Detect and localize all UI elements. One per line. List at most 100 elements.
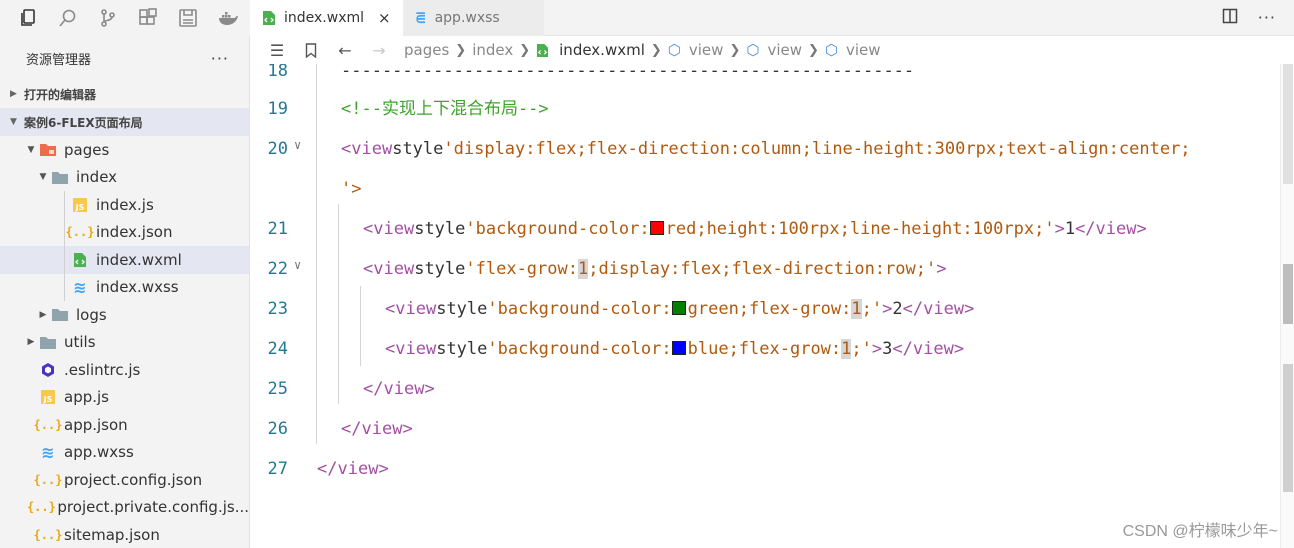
bookmark-icon[interactable] <box>294 42 328 58</box>
fold-chevron-icon[interactable]: ∨ <box>294 258 301 272</box>
tree-item[interactable]: index.wxml <box>0 246 249 274</box>
json-file-icon: {..} <box>26 500 56 515</box>
tree-item[interactable]: ▼ pages <box>0 136 249 164</box>
tab-index-wxml[interactable]: index.wxml × <box>250 0 403 36</box>
tree-item[interactable]: JS app.js <box>0 384 249 412</box>
tree-item[interactable]: .eslintrc.js <box>0 356 249 384</box>
line-number: 19 <box>267 99 288 119</box>
docker-icon[interactable] <box>208 0 248 36</box>
tree-item-label: sitemap.json <box>64 525 160 544</box>
tree-item[interactable]: ≋ app.wxss <box>0 439 249 467</box>
breadcrumb-pages[interactable]: pages <box>404 41 449 59</box>
list-icon[interactable]: ☰ <box>260 41 294 60</box>
back-arrow-icon[interactable]: ← <box>328 41 362 60</box>
project-label: 案例6-FLEX页面布局 <box>24 115 143 130</box>
code-line[interactable]: <viewstyle'flex-grow:1;display:flex;flex… <box>363 256 946 282</box>
fold-chevron-icon[interactable]: ∨ <box>294 138 301 152</box>
more-actions-button[interactable]: ··· <box>211 49 229 68</box>
forward-arrow-icon[interactable]: → <box>362 41 396 60</box>
cube-icon: ⬡ <box>824 41 839 59</box>
code-line[interactable]: <viewstyle'background-color: green;flex-g… <box>385 296 974 322</box>
tree-item[interactable]: JS index.js <box>0 191 249 219</box>
tree-item[interactable]: {..} sitemap.json <box>0 521 249 548</box>
tree-item[interactable]: {..} project.config.json <box>0 466 249 494</box>
code-line[interactable]: <viewstyle'background-color: red;height:1… <box>363 216 1147 242</box>
tree-item[interactable]: {..} index.json <box>0 219 249 247</box>
open-editors-label: 打开的编辑器 <box>24 87 97 102</box>
wxss-file-icon: ≋ <box>41 442 55 462</box>
eslint-file-icon <box>38 361 58 379</box>
cube-icon: ⬡ <box>746 41 760 59</box>
json-file-icon: {..} <box>33 417 63 432</box>
indent-guide <box>316 64 317 444</box>
tree-item-label: index <box>76 168 118 187</box>
tree-item[interactable]: {..} app.json <box>0 411 249 439</box>
source-control-icon[interactable] <box>88 0 128 36</box>
extensions-icon[interactable] <box>128 0 168 36</box>
code-line[interactable]: </view> <box>363 376 435 402</box>
chevron-down-icon: ▼ <box>10 117 17 127</box>
files-icon[interactable] <box>8 0 48 36</box>
tree-item-label: app.json <box>64 415 128 434</box>
breadcrumb-index[interactable]: index <box>472 41 513 59</box>
chevron-down-icon: ▼ <box>27 144 35 155</box>
cube-icon: ⬡ <box>667 41 681 59</box>
code-line[interactable]: ----------------------------------------… <box>341 64 914 84</box>
line-number: 18 <box>267 64 288 81</box>
tree-item-label: .eslintrc.js <box>64 360 141 379</box>
color-swatch <box>671 341 686 355</box>
code-line[interactable]: </view> <box>341 416 413 442</box>
code-line[interactable]: <viewstyle'display:flex;flex-direction:c… <box>341 136 1191 162</box>
tab-label: app.wxss <box>434 10 500 26</box>
folder-icon <box>50 306 70 324</box>
wxml-file-icon <box>537 43 549 57</box>
js-file-icon: JS <box>38 388 58 406</box>
tree-item[interactable]: ▼ index <box>0 164 249 192</box>
line-number: 25 <box>267 379 288 399</box>
breadcrumb-file[interactable]: index.wxml <box>536 41 645 59</box>
explorer-sidebar: 资源管理器 ··· ▶ 打开的编辑器 ▼ 案例6-FLEX页面布局 ▼ pages… <box>0 36 250 548</box>
project-section[interactable]: ▼ 案例6-FLEX页面布局 <box>0 108 249 136</box>
tree-item-label: index.wxss <box>96 278 179 297</box>
open-editors-section[interactable]: ▶ 打开的编辑器 <box>0 80 249 108</box>
file-tree: ▼ pages ▼ index JS index.js {..} index.json inde… <box>0 136 249 548</box>
tab-app-wxss[interactable]: ⋷ app.wxss <box>402 0 544 36</box>
line-number: 24 <box>267 339 288 359</box>
code-line[interactable]: </view> <box>317 456 389 482</box>
code-line[interactable]: <viewstyle'background-color: blue;flex-gr… <box>385 336 964 362</box>
breadcrumb-view-2[interactable]: ⬡ view <box>746 41 802 59</box>
tab-label: index.wxml <box>284 10 365 26</box>
save-icon[interactable] <box>168 0 208 36</box>
breadcrumb: ☰ ← → pages ❯ index ❯ index.wxml ❯ ⬡ vie… <box>250 36 1294 64</box>
folder-icon <box>50 168 70 186</box>
tree-item[interactable]: ▶ utils <box>0 329 249 357</box>
tree-item-label: utils <box>64 333 96 352</box>
chevron-right-icon: ❯ <box>519 42 531 58</box>
json-file-icon: {..} <box>33 472 63 487</box>
code-line[interactable]: '> <box>341 176 361 202</box>
line-number: 26 <box>267 419 288 439</box>
color-swatch <box>649 221 664 235</box>
tree-item[interactable]: ▶ logs <box>0 301 249 329</box>
breadcrumb-view-1[interactable]: ⬡ view <box>668 41 724 59</box>
tree-item[interactable]: ≋ index.wxss <box>0 274 249 302</box>
folder-icon <box>38 333 58 351</box>
more-icon[interactable]: ··· <box>1258 8 1276 27</box>
breadcrumb-view-3[interactable]: ⬡ view <box>825 41 881 59</box>
wxss-file-icon: ⋷ <box>414 8 427 28</box>
folder-icon <box>38 141 58 159</box>
code-editor[interactable]: 18 --------------------------------------… <box>250 64 1280 548</box>
tree-item-label: logs <box>76 305 107 324</box>
close-icon[interactable]: × <box>378 9 391 27</box>
code-line[interactable]: <!--实现上下混合布局--> <box>341 96 549 122</box>
search-icon[interactable] <box>48 0 88 36</box>
split-editor-icon[interactable] <box>1222 8 1238 28</box>
wxml-file-icon <box>263 11 275 25</box>
line-number: 23 <box>267 299 288 319</box>
explorer-title: 资源管理器 <box>26 52 92 68</box>
editor-scrollbar[interactable] <box>1280 64 1294 548</box>
json-file-icon: {..} <box>65 225 95 240</box>
color-swatch <box>671 301 686 315</box>
tree-item-label: project.private.config.js... <box>57 498 249 517</box>
tree-item[interactable]: {..} project.private.config.js... <box>0 494 249 522</box>
